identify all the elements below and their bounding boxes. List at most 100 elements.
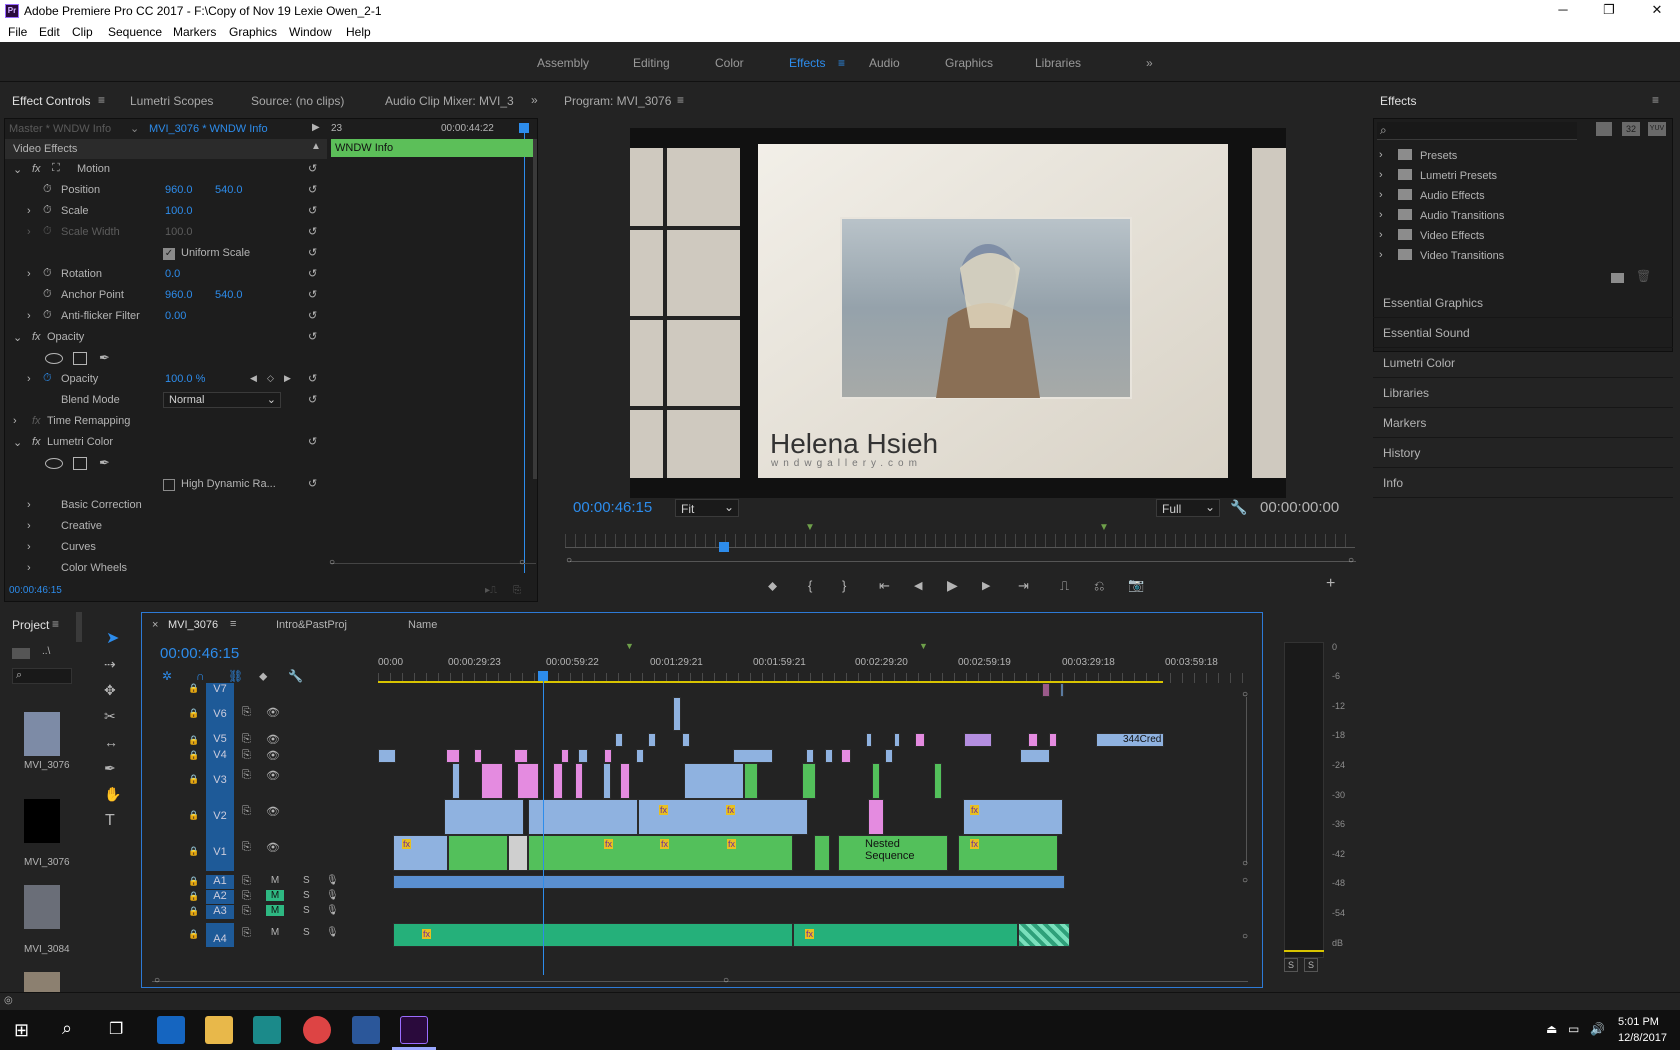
lock-icon[interactable]: 🔒 bbox=[188, 735, 199, 746]
pen-tool-icon[interactable]: ✒ bbox=[104, 760, 116, 777]
panel-menu-icon[interactable]: ≡ bbox=[677, 93, 684, 107]
tab-sequence-name[interactable]: Name bbox=[408, 619, 437, 631]
playhead-icon[interactable] bbox=[719, 542, 729, 552]
meter-solo-button[interactable]: S bbox=[1304, 958, 1318, 972]
track-label[interactable]: A3 bbox=[206, 905, 234, 919]
pen-mask-icon[interactable]: ✒ bbox=[99, 350, 110, 366]
timeline-clip[interactable] bbox=[1020, 749, 1050, 763]
solo-button[interactable]: S bbox=[303, 927, 310, 938]
expand-chevron-icon[interactable]: › bbox=[13, 415, 17, 427]
workspace-effects[interactable]: Effects bbox=[789, 56, 825, 70]
timeline-clip[interactable] bbox=[448, 835, 508, 871]
scroll-handle-icon[interactable]: ○ bbox=[154, 975, 160, 986]
effects-folder-audio-effects[interactable]: › Audio Effects bbox=[1374, 187, 1674, 207]
effects-search-input[interactable]: ⌕ bbox=[1377, 122, 1577, 140]
playhead-icon[interactable] bbox=[519, 123, 529, 133]
add-button-icon[interactable]: + bbox=[1326, 575, 1335, 593]
lock-icon[interactable]: 🔒 bbox=[188, 846, 199, 857]
step-forward-icon[interactable]: ▶ bbox=[982, 579, 990, 592]
vertical-scrollbar[interactable] bbox=[1246, 697, 1247, 863]
timeline-clip[interactable] bbox=[894, 733, 900, 747]
fx-badge[interactable]: fx bbox=[970, 805, 980, 815]
go-to-in-icon[interactable]: ⇤ bbox=[879, 578, 890, 594]
timeline-clip[interactable] bbox=[1049, 733, 1057, 747]
sync-lock-icon[interactable]: ⎘ bbox=[242, 905, 251, 918]
track-select-tool-icon[interactable]: ⇢ bbox=[104, 656, 116, 673]
eye-icon[interactable]: 👁 bbox=[266, 769, 280, 782]
play-icon[interactable]: ▶ bbox=[947, 577, 958, 594]
effects-folder-lumetri-presets[interactable]: › Lumetri Presets bbox=[1374, 167, 1674, 187]
transform-icon[interactable]: ⛶ bbox=[52, 162, 60, 175]
section-essential-sound[interactable]: Essential Sound bbox=[1373, 318, 1673, 348]
sync-lock-icon[interactable]: ⎘ bbox=[242, 841, 251, 854]
eye-icon[interactable]: 👁 bbox=[266, 706, 280, 719]
fx-badge[interactable]: fx bbox=[660, 839, 670, 849]
menu-file[interactable]: File bbox=[8, 25, 27, 39]
track-label[interactable]: A1 bbox=[206, 875, 234, 889]
track-label[interactable]: V6 bbox=[206, 697, 234, 733]
motion-row[interactable]: ⌄ fx ⛶ Motion ↺ bbox=[5, 160, 327, 180]
anchor-y-value[interactable]: 540.0 bbox=[215, 289, 243, 301]
menu-graphics[interactable]: Graphics bbox=[229, 25, 277, 39]
effects-folder-video-effects[interactable]: › Video Effects bbox=[1374, 227, 1674, 247]
lift-icon[interactable]: ⎍ bbox=[1060, 578, 1069, 594]
timeline-clip[interactable] bbox=[872, 763, 880, 799]
timeline-clip[interactable] bbox=[446, 749, 460, 763]
marker-icon[interactable]: ⬥ bbox=[768, 578, 777, 594]
opacity-value[interactable]: 100.0 % bbox=[165, 373, 205, 385]
horizontal-scrollbar[interactable] bbox=[152, 981, 1248, 982]
fx-badge[interactable]: fx bbox=[32, 331, 41, 343]
timeline-audio-transition[interactable] bbox=[1018, 923, 1070, 947]
reset-icon[interactable]: ↺ bbox=[308, 288, 317, 301]
workspace-color[interactable]: Color bbox=[715, 56, 744, 70]
sync-lock-icon[interactable]: ⎘ bbox=[242, 927, 251, 940]
extract-icon[interactable]: ⎌ bbox=[1094, 578, 1104, 594]
reset-icon[interactable]: ↺ bbox=[308, 309, 317, 322]
stopwatch-icon[interactable]: ⏱ bbox=[43, 267, 52, 280]
marker-icon[interactable]: ▼ bbox=[805, 522, 815, 533]
timeline-clip[interactable] bbox=[578, 749, 588, 763]
ellipse-mask-icon[interactable] bbox=[45, 353, 63, 364]
marker-icon[interactable]: ▼ bbox=[919, 641, 928, 651]
zoom-select[interactable]: Fit ⌄ bbox=[675, 499, 739, 517]
go-to-out-icon[interactable]: ⇥ bbox=[1018, 578, 1029, 594]
in-point-icon[interactable]: { bbox=[808, 578, 812, 593]
battery-icon[interactable]: ▭ bbox=[1568, 1022, 1579, 1036]
add-keyframe-icon[interactable]: ◇ bbox=[267, 373, 274, 384]
timeline-clip[interactable] bbox=[806, 749, 814, 763]
expand-chevron-icon[interactable]: › bbox=[27, 205, 31, 217]
solo-button[interactable]: S bbox=[303, 905, 310, 916]
vertical-scrollbar[interactable] bbox=[76, 612, 82, 642]
step-back-icon[interactable]: ◀ bbox=[914, 579, 922, 592]
program-timecode[interactable]: 00:00:46:15 bbox=[573, 499, 652, 516]
search-icon[interactable]: ⌕ bbox=[62, 1018, 72, 1039]
scroll-handle-icon[interactable]: ○ bbox=[1348, 555, 1354, 566]
reset-icon[interactable]: ↺ bbox=[308, 267, 317, 280]
fx-badge[interactable]: fx bbox=[659, 805, 669, 815]
curves-row[interactable]: › Curves bbox=[5, 538, 327, 558]
eye-icon[interactable]: 👁 bbox=[266, 733, 280, 746]
opacity-group-row[interactable]: ⌄ fx Opacity ↺ bbox=[5, 328, 327, 348]
minimize-button[interactable]: ─ bbox=[1548, 2, 1578, 20]
expand-chevron-icon[interactable]: › bbox=[1379, 189, 1383, 201]
premiere-taskbar-icon[interactable] bbox=[400, 1016, 428, 1044]
timeline-clip[interactable] bbox=[452, 763, 460, 799]
track-label[interactable]: V2 bbox=[206, 799, 234, 835]
project-item-label[interactable]: MVI_3076 bbox=[24, 760, 70, 771]
effects-folder-presets[interactable]: › Presets bbox=[1374, 147, 1674, 167]
reset-icon[interactable]: ↺ bbox=[308, 393, 317, 406]
expand-chevron-icon[interactable]: › bbox=[1379, 229, 1383, 241]
lock-icon[interactable]: 🔒 bbox=[188, 906, 199, 917]
lumetri-color-row[interactable]: ⌄ fx Lumetri Color ↺ bbox=[5, 433, 327, 453]
expand-chevron-icon[interactable]: › bbox=[27, 541, 31, 553]
timeline-clip[interactable] bbox=[604, 749, 612, 763]
mini-clip-bar[interactable]: WNDW Info bbox=[331, 139, 534, 157]
expand-chevron-icon[interactable]: › bbox=[27, 373, 31, 385]
fx-badge[interactable]: fx bbox=[726, 805, 736, 815]
timeline-timecode[interactable]: 00:00:46:15 bbox=[160, 645, 239, 662]
timeline-clips-area[interactable]: 344Cred Nested Sequence fx fx fx fx fx f… bbox=[378, 683, 1246, 977]
lock-icon[interactable]: 🔒 bbox=[188, 683, 199, 694]
effects-folder-video-transitions[interactable]: › Video Transitions bbox=[1374, 247, 1674, 267]
workspace-assembly[interactable]: Assembly bbox=[537, 56, 589, 70]
position-y-value[interactable]: 540.0 bbox=[215, 184, 243, 196]
